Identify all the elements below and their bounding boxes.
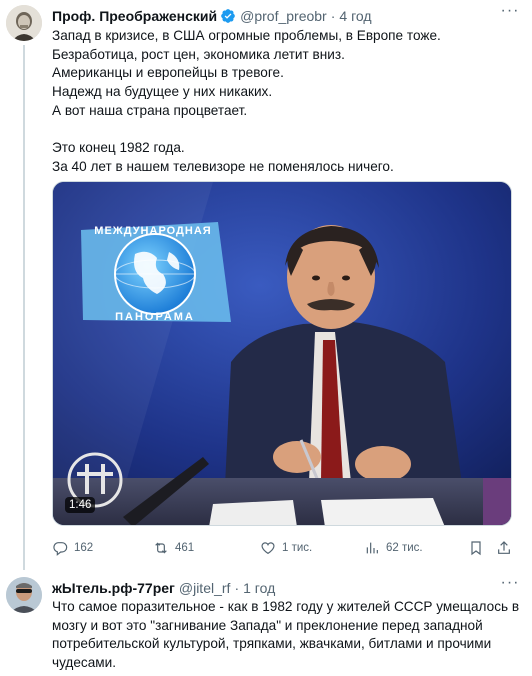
author-avatar[interactable]	[6, 5, 42, 41]
reply-header: жЫтель.рф-77рег @jitel_rf · 1 год	[52, 579, 275, 597]
heart-icon	[261, 542, 275, 555]
video-player[interactable]: МЕЖДУНАРОДНАЯ ПАНОРАМА 1:46	[52, 181, 512, 526]
reply-author-name[interactable]: жЫтель.рф-77рег	[52, 580, 175, 596]
reply-author-avatar[interactable]	[6, 577, 42, 613]
views-button[interactable]: 62 тис.	[364, 538, 423, 558]
separator-dot: ·	[234, 580, 240, 596]
view-count: 62 тис.	[386, 542, 423, 554]
tweet-text-line: Это конец 1982 года.	[52, 140, 185, 156]
like-count: 1 тис.	[282, 542, 313, 554]
tweet-header: Проф. Преображенский @prof_preobr · 4 го…	[52, 7, 372, 25]
reply-timestamp[interactable]: 1 год	[243, 580, 275, 596]
views-chart-icon	[366, 542, 378, 554]
retweet-icon	[155, 542, 167, 554]
reply-icon	[53, 542, 68, 556]
tweet-text-line: Безработица, рост цен, экономика летит в…	[52, 46, 345, 62]
share-icon	[498, 541, 510, 554]
like-button[interactable]: 1 тис.	[260, 538, 312, 558]
reply-text: Что самое поразительное - как в 1982 год…	[52, 599, 520, 671]
tweet-actions: 162 461 1 тис. 62 тис.	[52, 538, 512, 558]
tweet-text-line: Запад в кризисе, в США огромные проблемы…	[52, 28, 441, 43]
verified-badge-icon	[220, 8, 236, 24]
author-handle[interactable]: @prof_preobr	[240, 8, 327, 24]
tweet-text-line: За 40 лет в нашем телевизоре не поменяло…	[52, 158, 394, 174]
logo-top-text: МЕЖДУНАРОДНАЯ	[94, 225, 211, 237]
tweet-text: Запад в кризисе, в США огромные проблемы…	[52, 27, 512, 177]
tweet-text-line: А вот наша страна процветает.	[52, 102, 248, 118]
reply-button[interactable]: 162	[52, 538, 93, 558]
share-button[interactable]	[496, 538, 518, 558]
thread-line	[23, 45, 25, 570]
retweet-button[interactable]: 461	[153, 538, 194, 558]
tweet-timestamp[interactable]: 4 год	[339, 8, 371, 24]
logo-bottom-text: ПАНОРАМА	[115, 311, 195, 323]
bookmark-icon	[471, 541, 481, 556]
tweet-text-line: Американцы и европейцы в тревоге.	[52, 65, 284, 81]
author-name[interactable]: Проф. Преображенский	[52, 8, 217, 24]
retweet-count: 461	[175, 542, 195, 554]
video-duration: 1:46	[65, 497, 96, 513]
tweet-text-line: Надежд на будущее у них никаких.	[52, 84, 273, 100]
more-options-icon[interactable]: ···	[498, 3, 522, 24]
bookmark-button[interactable]	[468, 538, 490, 558]
reply-count: 162	[74, 542, 94, 554]
separator-dot: ·	[330, 8, 336, 24]
video-frame: МЕЖДУНАРОДНАЯ ПАНОРАМА	[53, 182, 511, 525]
more-options-icon[interactable]: ···	[498, 575, 522, 596]
reply-author-handle[interactable]: @jitel_rf	[179, 580, 231, 596]
